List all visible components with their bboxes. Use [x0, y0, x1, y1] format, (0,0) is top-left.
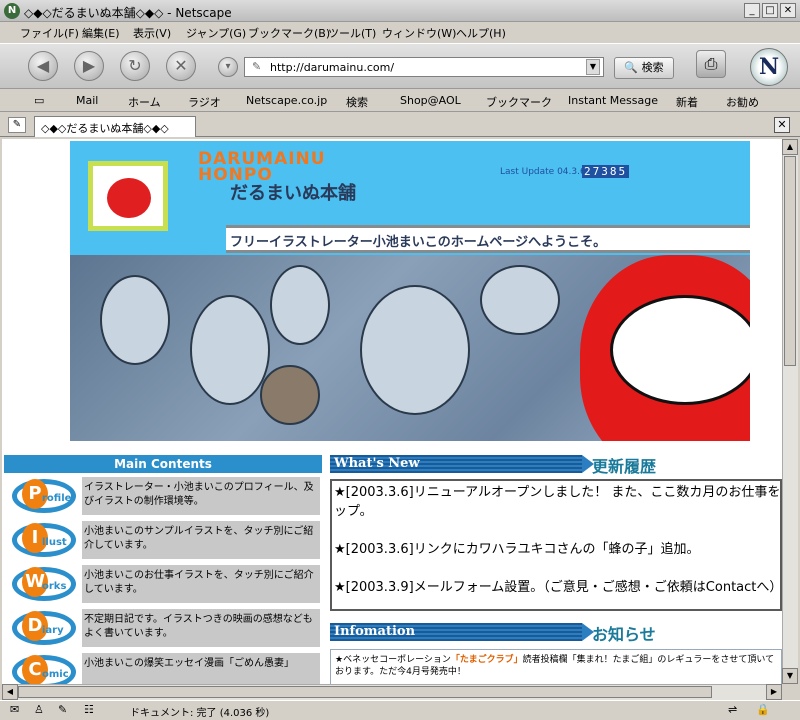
search-button[interactable]: 🔍 検索	[614, 57, 674, 79]
bookmark-folder[interactable]: ブックマーク	[486, 94, 552, 110]
bookmark-radio[interactable]: ラジオ	[188, 94, 221, 110]
tamago-club-link[interactable]: 「たまごクラブ」	[451, 655, 523, 665]
tab-active[interactable]: ◇◆◇だるまいぬ本舗◇◆◇	[34, 116, 196, 137]
nav-item-illust[interactable]: I llust 小池まいこのサンプルイラストを、タッチ別にご紹介しています。	[4, 519, 322, 561]
bookmark-new[interactable]: 新着	[676, 94, 698, 110]
information-text: ★ベネッセコーポレーション「たまごクラブ」読者投稿欄「集まれ！たまご組」のレギュ…	[335, 655, 775, 677]
bookmark-home[interactable]: ホーム	[128, 94, 161, 110]
whats-new-text: ★[2003.3.6]リニューアルオープンしました！ また、ここ数カ月のお仕事を…	[334, 485, 782, 595]
nav-item-diary[interactable]: D iary 不定期日記です。イラストつきの映画の感想などもよく書いています。	[4, 607, 322, 649]
back-button[interactable]: ◀	[28, 51, 58, 81]
nav-item-description: イラストレーター・小池まいこのプロフィール、及びイラストの制作環境等。	[82, 477, 320, 515]
illustration-figure	[100, 275, 170, 365]
nav-item-works[interactable]: W orks 小池まいこのお仕事イラストを、タッチ別にご紹介しています。	[4, 563, 322, 605]
menu-window[interactable]: ウィンドウ(W)	[382, 25, 456, 41]
vertical-scroll-thumb[interactable]	[784, 156, 796, 366]
site-banner: DARUMAINU HONPO だるまいぬ本舗 Last Update 04.3…	[70, 141, 750, 441]
status-text: ドキュメント: 完了 (4.036 秒)	[130, 708, 270, 719]
whats-new-scrollbox[interactable]: ★[2003.3.6]リニューアルオープンしました！ また、ここ数カ月のお仕事を…	[330, 479, 782, 611]
daruma-dog-face	[610, 295, 750, 405]
illustration-figure	[360, 285, 470, 415]
status-bar	[0, 700, 800, 720]
close-tab-icon[interactable]: ✕	[774, 117, 790, 133]
forward-button[interactable]: ▶	[74, 51, 104, 81]
url-history-dropdown[interactable]: ▼	[586, 59, 600, 75]
menu-edit[interactable]: 編集(E)	[82, 25, 120, 41]
last-update: Last Update 04.3.6	[500, 167, 586, 177]
page-content: DARUMAINU HONPO だるまいぬ本舗 Last Update 04.3…	[2, 139, 782, 684]
window-title: ◇◆◇だるまいぬ本舗◇◆◇ - Netscape	[24, 6, 232, 20]
minimize-button[interactable]: _	[744, 3, 760, 18]
horizontal-scroll-thumb[interactable]	[18, 686, 712, 698]
nav-item-description: 小池まいこのサンプルイラストを、タッチ別にご紹介しています。	[82, 521, 320, 559]
information-box: ★ベネッセコーポレーション「たまごクラブ」読者投稿欄「集まれ！たまご組」のレギュ…	[330, 649, 782, 684]
visit-counter: 27385	[582, 165, 630, 178]
menu-help[interactable]: ヘルプ(H)	[456, 25, 506, 41]
scroll-up-button[interactable]: ▲	[782, 139, 798, 155]
url-dropdown-icon[interactable]: ▾	[218, 57, 238, 77]
scroll-right-button[interactable]: ▶	[766, 684, 782, 700]
nav-item-description: 小池まいこの爆笑エッセイ漫画「ごめん愚妻」	[82, 653, 320, 684]
address-book-icon[interactable]: ☷	[84, 703, 94, 716]
netscape-logo-icon[interactable]: N	[750, 48, 788, 86]
menu-tools[interactable]: ツール(T)	[328, 25, 376, 41]
tab-label: ◇◆◇だるまいぬ本舗◇◆◇	[41, 122, 169, 135]
bookmark-shop[interactable]: Shop@AOL	[400, 94, 461, 107]
logo-japanese: だるまいぬ本舗	[230, 183, 356, 204]
stop-button[interactable]: ✕	[166, 51, 196, 81]
aim-icon[interactable]: ♙	[34, 703, 44, 716]
illustration-figure	[190, 295, 270, 405]
main-contents-nav: Main Contents P rofile イラストレーター・小池まいこのプロ…	[4, 455, 322, 684]
composer-icon[interactable]: ✎	[58, 703, 67, 716]
bookmark-mail[interactable]: Mail	[76, 94, 98, 107]
bookmark-instant-message[interactable]: Instant Message	[568, 94, 658, 107]
security-lock-icon[interactable]: 🔒	[756, 703, 770, 716]
banner-header: DARUMAINU HONPO だるまいぬ本舗 Last Update 04.3…	[70, 141, 750, 255]
mail-icon[interactable]: ✉	[10, 703, 19, 716]
daruma-small-image	[107, 178, 151, 218]
main-contents-heading: Main Contents	[4, 455, 322, 473]
close-window-button[interactable]: ✕	[780, 3, 796, 18]
sidebar-toggle-icon[interactable]: ▭	[34, 94, 44, 107]
page-icon: ✎	[252, 60, 262, 73]
illustration-figure	[270, 265, 330, 345]
nav-item-description: 小池まいこのお仕事イラストを、タッチ別にご紹介しています。	[82, 565, 320, 603]
illustration-figure	[480, 265, 560, 335]
whats-new-heading: What's New 更新履歴	[330, 453, 782, 476]
tv-mascot-image	[88, 161, 168, 231]
nav-item-description: 不定期日記です。イラストつきの映画の感想などもよく書いています。	[82, 609, 320, 647]
menu-file[interactable]: ファイル(F)	[20, 25, 79, 41]
new-tab-icon[interactable]: ✎	[8, 117, 26, 133]
print-icon[interactable]: ⎙	[696, 50, 726, 78]
bookmark-search[interactable]: 検索	[346, 94, 368, 110]
bookmark-recommend[interactable]: お勧め	[726, 94, 759, 110]
maximize-button[interactable]: □	[762, 3, 778, 18]
information-heading: Infomation お知らせ	[330, 621, 782, 644]
reload-button[interactable]: ↻	[120, 51, 150, 81]
online-status-icon[interactable]: ⇌	[728, 703, 737, 716]
illustration-collage	[70, 255, 750, 441]
netscape-app-icon[interactable]: N	[4, 3, 20, 19]
bookmark-netscape[interactable]: Netscape.co.jp	[246, 94, 327, 107]
menu-view[interactable]: 表示(V)	[133, 25, 171, 41]
welcome-message: フリーイラストレーター小池まいこのホームページへようこそ。	[230, 235, 607, 250]
menu-bookmarks[interactable]: ブックマーク(B)	[248, 25, 330, 41]
monkey-illustration	[260, 365, 320, 425]
nav-item-profile[interactable]: P rofile イラストレーター・小池まいこのプロフィール、及びイラストの制作…	[4, 475, 322, 517]
url-text: http://darumainu.com/	[270, 61, 395, 74]
nav-item-comic[interactable]: C omic 小池まいこの爆笑エッセイ漫画「ごめん愚妻」	[4, 651, 322, 684]
menu-go[interactable]: ジャンプ(G)	[186, 25, 246, 41]
scroll-down-button[interactable]: ▼	[782, 668, 798, 684]
scroll-left-button[interactable]: ◀	[2, 684, 18, 700]
